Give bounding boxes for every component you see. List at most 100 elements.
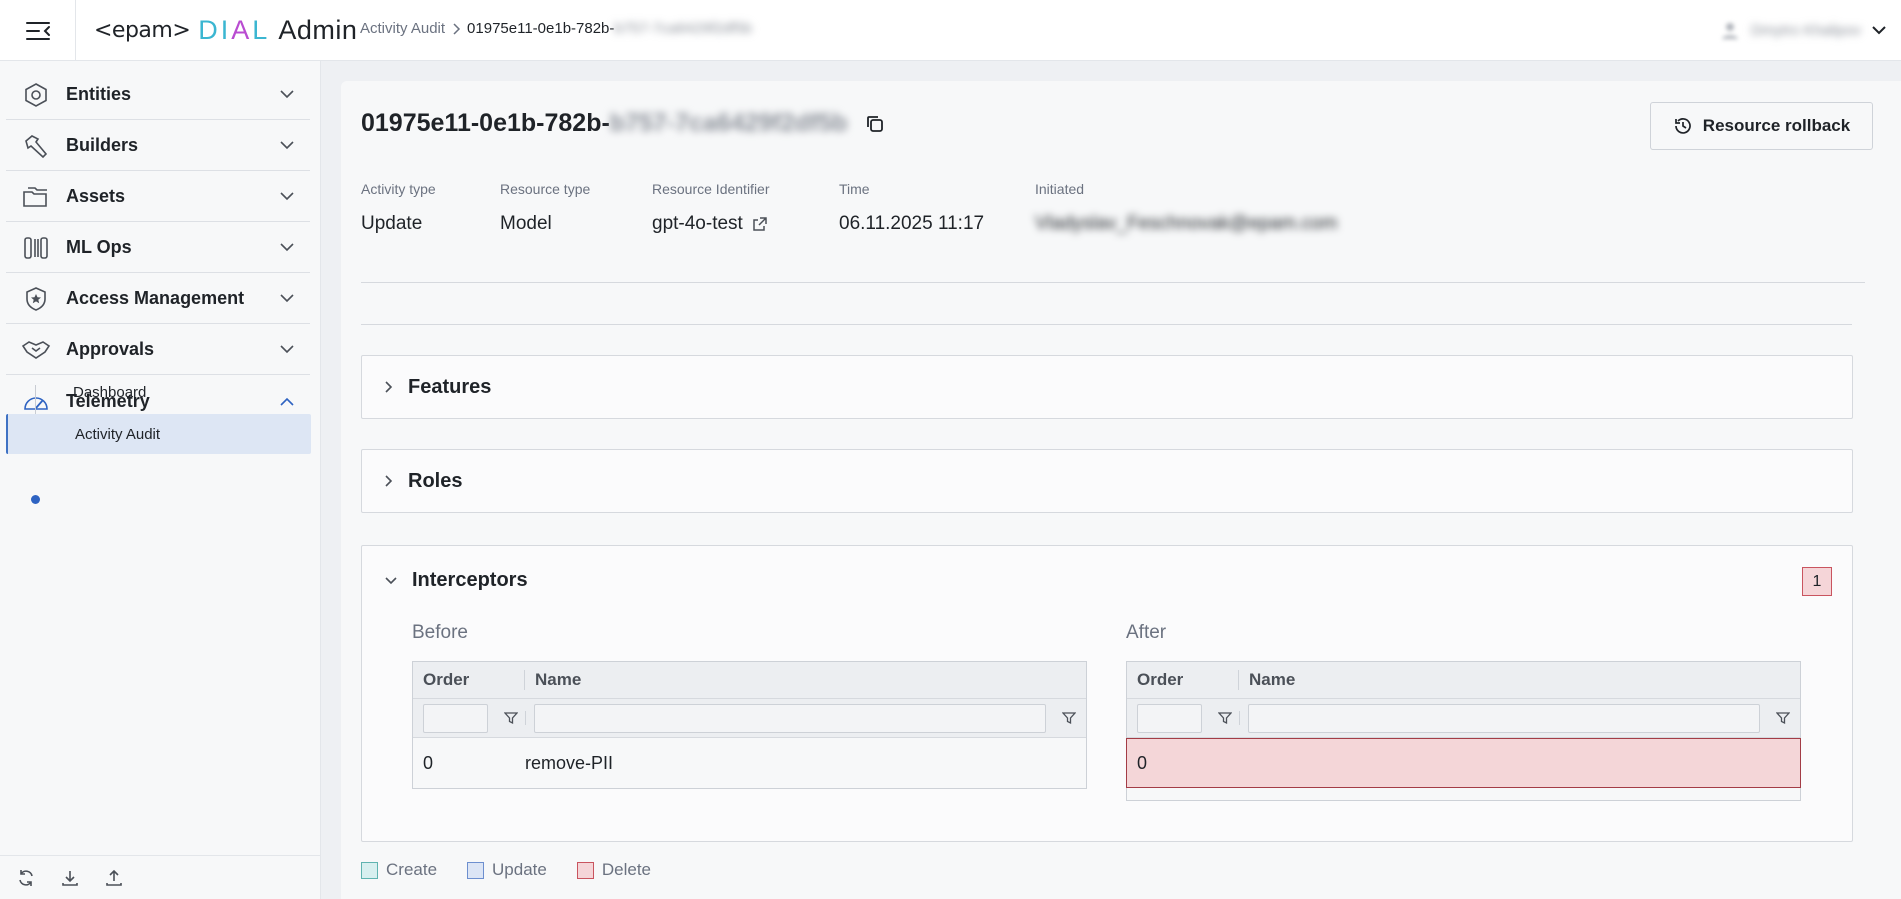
- sidebar-item-label: Approvals: [66, 339, 155, 359]
- accordion-interceptors-header[interactable]: Interceptors: [362, 546, 1852, 615]
- divider: [361, 282, 1865, 283]
- refresh-button[interactable]: [16, 868, 36, 888]
- shield-star-icon: [26, 286, 46, 311]
- legend-label: Update: [492, 860, 547, 879]
- changes-count-badge: 1: [1802, 567, 1832, 596]
- table-row[interactable]: 0 remove-PII: [413, 738, 1086, 788]
- upload-button[interactable]: [104, 868, 124, 888]
- column-header-name[interactable]: Name: [525, 670, 1086, 690]
- menu-toggle-button[interactable]: [0, 0, 76, 61]
- active-indicator-dot: [31, 495, 40, 504]
- legend-update-swatch: [467, 861, 485, 879]
- sidebar: Entities Builders Assets ML Ops Access M…: [0, 61, 321, 899]
- chevron-right-icon: [453, 22, 461, 35]
- app-logo[interactable]: <epam> DIAL Admin: [94, 12, 357, 48]
- after-grid: Order Name 0: [1126, 661, 1801, 801]
- download-button[interactable]: [60, 868, 80, 888]
- handshake-icon: [21, 340, 51, 359]
- filter-icon: [1062, 712, 1076, 725]
- table-row-deleted[interactable]: 0: [1126, 738, 1801, 788]
- filter-icon: [1217, 712, 1232, 725]
- resource-rollback-label: Resource rollback: [1702, 116, 1851, 135]
- accordion-roles-header[interactable]: Roles: [362, 450, 1852, 512]
- meta-label: Initiated: [1035, 181, 1085, 197]
- name-filter-input[interactable]: [1248, 703, 1760, 733]
- accordion-title: Interceptors: [412, 569, 528, 591]
- epam-logo-text: <epam>: [94, 17, 191, 43]
- sidebar-item-approvals[interactable]: Approvals: [6, 325, 310, 375]
- change-legend: Create Update Delete: [361, 860, 651, 880]
- order-filter-button[interactable]: [1210, 711, 1240, 725]
- external-link-icon[interactable]: [751, 216, 768, 233]
- order-filter-button[interactable]: [496, 711, 526, 725]
- sidebar-item-assets[interactable]: Assets: [6, 172, 310, 222]
- sidebar-item-label: Access Management: [66, 288, 245, 308]
- menu-collapse-icon: [25, 21, 50, 40]
- sidebar-subitem-dashboard[interactable]: Dashboard: [6, 372, 311, 412]
- upload-icon: [106, 869, 122, 886]
- order-filter-input[interactable]: [423, 703, 488, 733]
- legend-label: Create: [386, 860, 438, 879]
- sidebar-item-label: ML Ops: [66, 237, 132, 257]
- hammer-icon: [25, 134, 48, 158]
- main-content: 01975e11-0e1b-782b- b757-7ca6429f2df5b R…: [341, 81, 1901, 899]
- sidebar-item-label: Assets: [66, 186, 126, 206]
- name-filter-input[interactable]: [534, 703, 1046, 733]
- accordion-roles: Roles: [361, 449, 1853, 513]
- name-filter-button[interactable]: [1768, 711, 1798, 725]
- page-title: 01975e11-0e1b-782b- b757-7ca6429f2df5b: [361, 109, 885, 138]
- meta-label: Time: [839, 181, 870, 197]
- copy-icon: [867, 115, 884, 132]
- sidebar-subitem-activity-audit[interactable]: Activity Audit: [6, 414, 311, 454]
- breadcrumb-activity-audit[interactable]: Activity Audit: [360, 20, 445, 37]
- sidebar-subitem-label: Activity Audit: [75, 425, 161, 443]
- meta-label: Resource Identifier: [652, 181, 770, 197]
- sidebar-footer: [0, 855, 321, 899]
- cell-order: 0: [1137, 752, 1148, 773]
- meta-value: Vladyslav_Feschnovak@epam.com: [1035, 213, 1338, 234]
- accordion-features-header[interactable]: Features: [362, 356, 1852, 418]
- breadcrumb: Activity Audit 01975e11-0e1b-782b-b757-7…: [360, 20, 752, 37]
- cell-order: 0: [423, 752, 434, 773]
- history-icon: [1674, 118, 1691, 134]
- chevron-down-icon: [280, 192, 294, 201]
- chevron-down-icon: [385, 576, 397, 584]
- column-header-name[interactable]: Name: [1239, 670, 1800, 690]
- chevron-down-icon: [280, 90, 294, 99]
- meta-value: gpt-4o-test: [652, 213, 770, 235]
- sidebar-item-ml-ops[interactable]: ML Ops: [6, 223, 310, 273]
- meta-value: Update: [361, 213, 423, 234]
- legend-create: Create: [361, 860, 437, 880]
- page-title-blurred: b757-7ca6429f2df5b: [609, 109, 848, 137]
- chevron-down-icon: [280, 141, 294, 150]
- name-filter-button[interactable]: [1054, 711, 1084, 725]
- order-filter-input[interactable]: [1137, 703, 1202, 733]
- column-header-order[interactable]: Order: [1127, 670, 1239, 690]
- meta-time: Time 06.11.2025 11:17: [839, 181, 984, 235]
- chevron-right-icon: [385, 475, 393, 487]
- user-menu[interactable]: Dmytro Khalipov: [1719, 12, 1887, 48]
- user-name: Dmytro Khalipov: [1750, 21, 1861, 39]
- meta-resource-identifier: Resource Identifier gpt-4o-test: [652, 181, 770, 235]
- meta-label: Resource type: [500, 181, 591, 197]
- top-bar: <epam> DIAL Admin Activity Audit 01975e1…: [0, 0, 1901, 61]
- dial-logo-text: DIAL: [198, 14, 271, 45]
- grid-header: Order Name: [1127, 662, 1800, 699]
- sidebar-item-builders[interactable]: Builders: [6, 121, 310, 171]
- chevron-down-icon: [280, 345, 294, 354]
- resource-identifier-link[interactable]: gpt-4o-test: [652, 213, 743, 235]
- copy-button[interactable]: [865, 114, 885, 134]
- refresh-icon: [19, 869, 33, 886]
- meta-activity-type: Activity type Update: [361, 181, 436, 235]
- sidebar-item-entities[interactable]: Entities: [6, 70, 310, 120]
- column-header-order[interactable]: Order: [413, 670, 525, 690]
- meta-value: 06.11.2025 11:17: [839, 213, 985, 234]
- accordion-interceptors: Interceptors 1 Before After Order Name 0…: [361, 545, 1853, 842]
- download-icon: [62, 870, 78, 886]
- grid-filter-row: [1127, 699, 1800, 738]
- sidebar-item-access-management[interactable]: Access Management: [6, 274, 310, 324]
- resource-rollback-button[interactable]: Resource rollback: [1650, 102, 1873, 150]
- meta-value: Model: [500, 213, 552, 234]
- grid-filter-row: [413, 699, 1086, 738]
- sidebar-subitem-label: Dashboard: [73, 383, 147, 401]
